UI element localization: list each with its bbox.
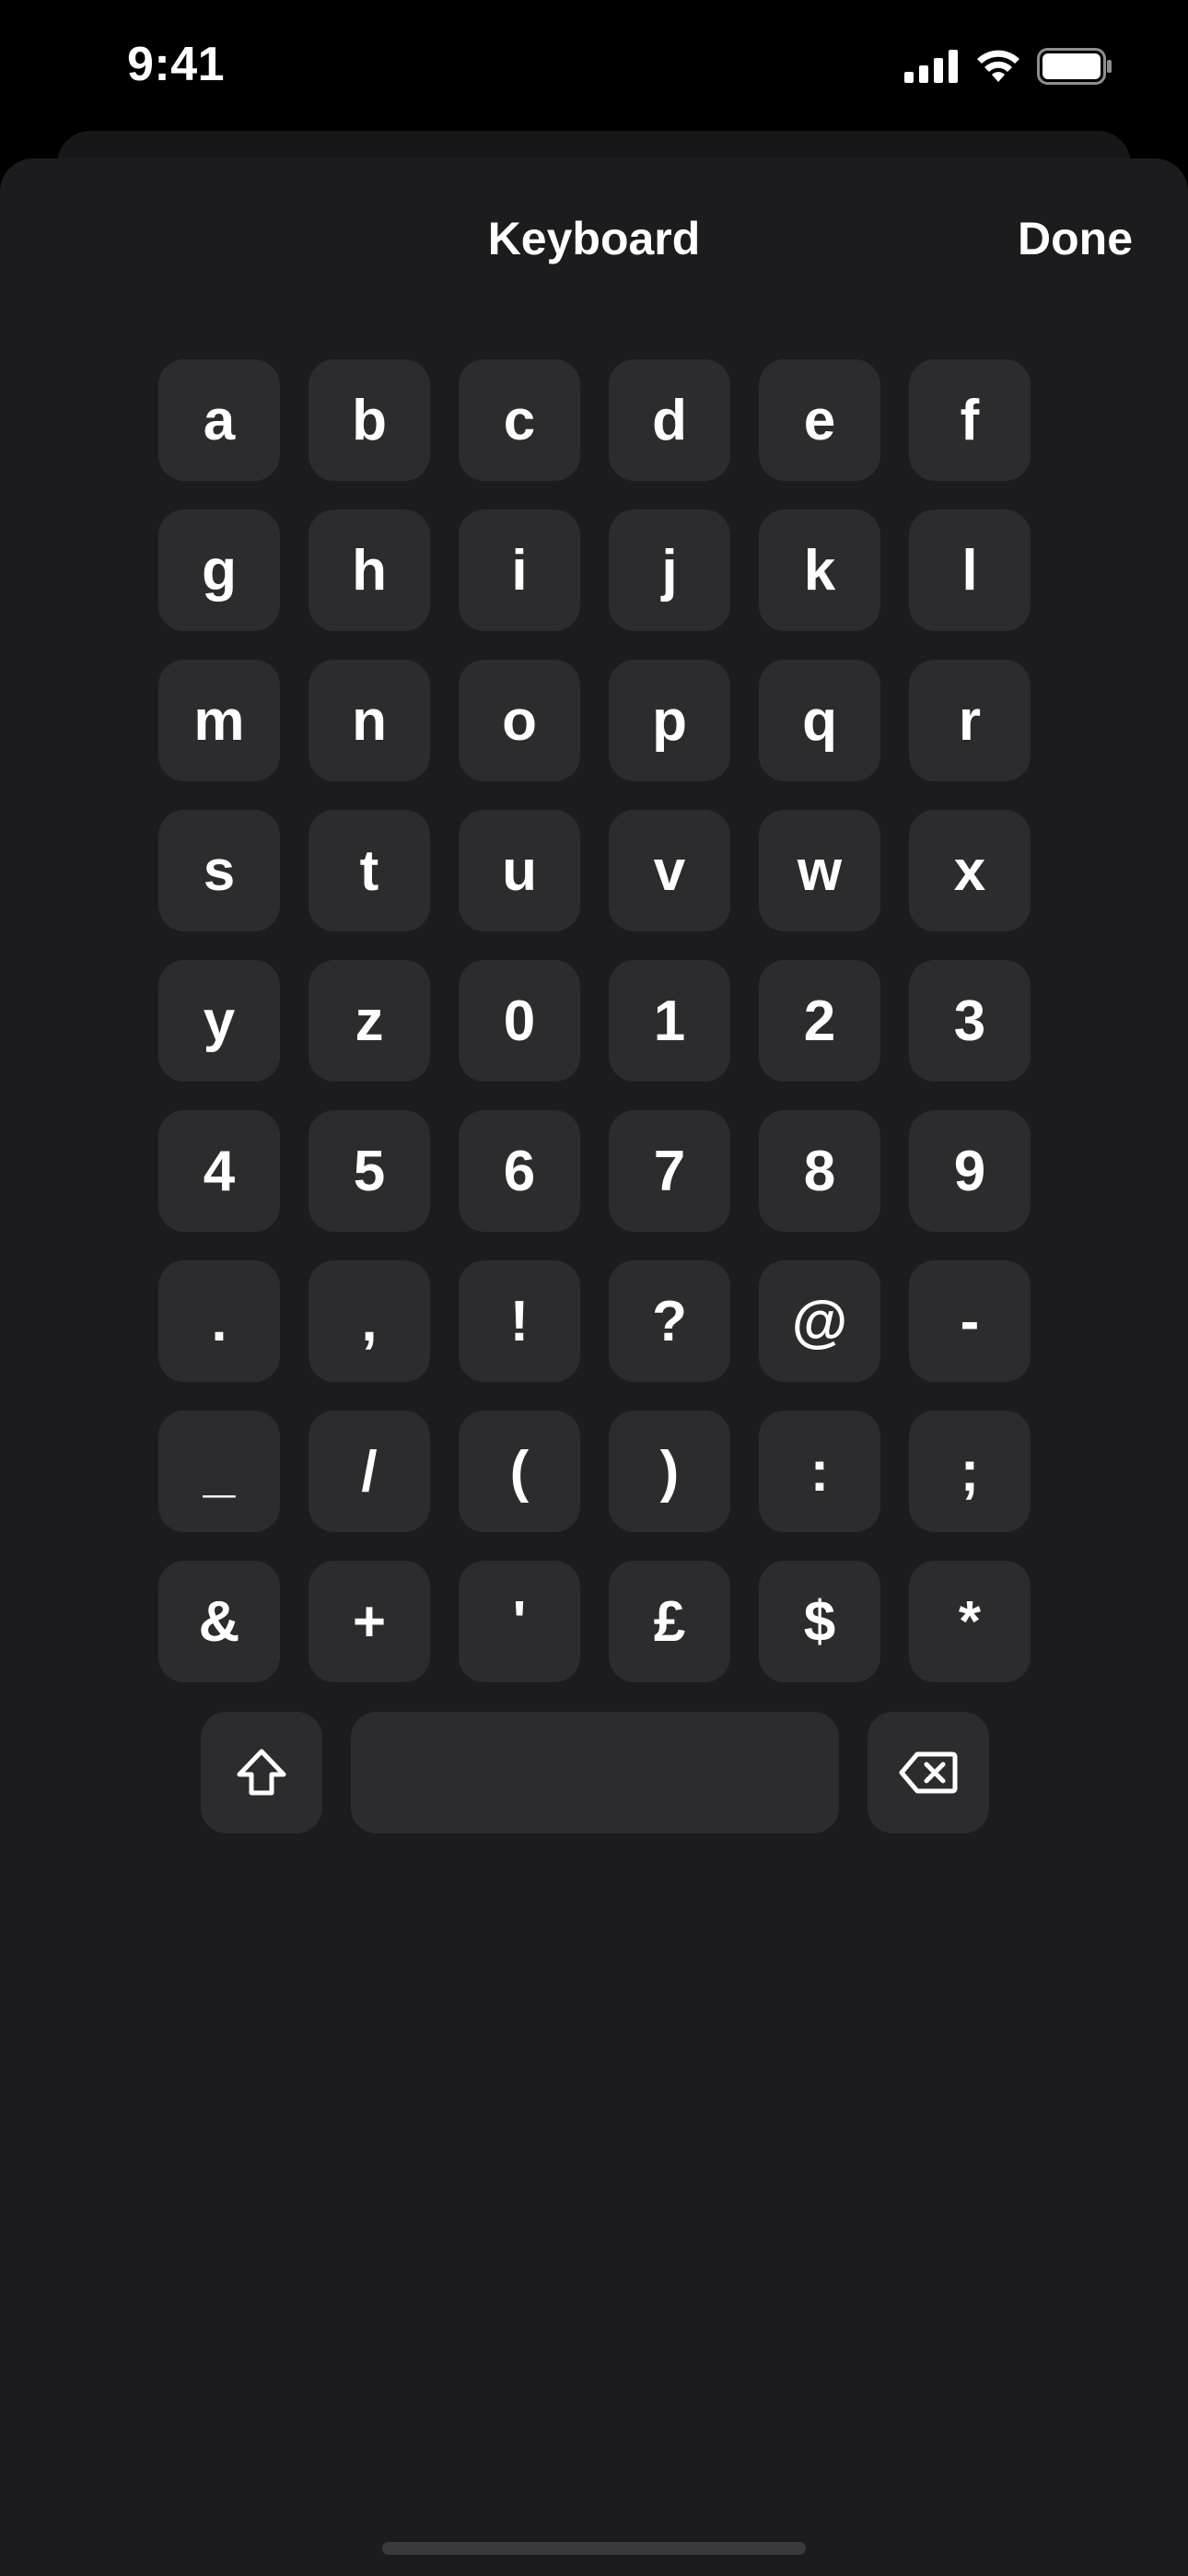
wifi-icon <box>977 50 1019 82</box>
key-8[interactable]: 8 <box>759 1110 880 1232</box>
key-a[interactable]: a <box>158 359 280 481</box>
key-plus[interactable]: + <box>309 1561 430 1682</box>
key-f[interactable]: f <box>909 359 1031 481</box>
key-t[interactable]: t <box>309 810 430 931</box>
key-n[interactable]: n <box>309 660 430 781</box>
key-i[interactable]: i <box>459 509 580 631</box>
shift-key[interactable] <box>201 1712 322 1833</box>
delete-icon <box>899 1751 958 1794</box>
done-button[interactable]: Done <box>1018 212 1133 265</box>
key-6[interactable]: 6 <box>459 1110 580 1232</box>
key-u[interactable]: u <box>459 810 580 931</box>
key-9[interactable]: 9 <box>909 1110 1031 1232</box>
status-icons <box>904 48 1112 85</box>
key-comma[interactable]: , <box>309 1260 430 1382</box>
key-h[interactable]: h <box>309 509 430 631</box>
key-apostrophe[interactable]: ' <box>459 1561 580 1682</box>
key-4[interactable]: 4 <box>158 1110 280 1232</box>
battery-icon <box>1037 48 1112 85</box>
key-j[interactable]: j <box>609 509 730 631</box>
space-key[interactable] <box>351 1712 839 1833</box>
sheet-title: Keyboard <box>487 213 701 264</box>
key-pound[interactable]: £ <box>609 1561 730 1682</box>
key-e[interactable]: e <box>759 359 880 481</box>
shift-icon <box>237 1749 286 1796</box>
key-z[interactable]: z <box>309 960 430 1082</box>
key-slash[interactable]: / <box>309 1411 430 1532</box>
key-s[interactable]: s <box>158 810 280 931</box>
key-w[interactable]: w <box>759 810 880 931</box>
key-r[interactable]: r <box>909 660 1031 781</box>
key-semicolon[interactable]: ; <box>909 1411 1031 1532</box>
key-grid: a b c d e f g h i j k l m n o p q r s t … <box>158 359 1031 1682</box>
key-q[interactable]: q <box>759 660 880 781</box>
key-colon[interactable]: : <box>759 1411 880 1532</box>
key-g[interactable]: g <box>158 509 280 631</box>
key-7[interactable]: 7 <box>609 1110 730 1232</box>
delete-key[interactable] <box>868 1712 989 1833</box>
key-exclamation[interactable]: ! <box>459 1260 580 1382</box>
status-time: 9:41 <box>127 38 226 91</box>
key-3[interactable]: 3 <box>909 960 1031 1082</box>
key-v[interactable]: v <box>609 810 730 931</box>
status-bar: 9:41 <box>0 0 1188 138</box>
home-indicator <box>382 2542 806 2555</box>
key-ampersand[interactable]: & <box>158 1561 280 1682</box>
key-open-paren[interactable]: ( <box>459 1411 580 1532</box>
key-x[interactable]: x <box>909 810 1031 931</box>
key-underscore[interactable]: _ <box>158 1411 280 1532</box>
key-5[interactable]: 5 <box>309 1110 430 1232</box>
key-y[interactable]: y <box>158 960 280 1082</box>
key-2[interactable]: 2 <box>759 960 880 1082</box>
key-0[interactable]: 0 <box>459 960 580 1082</box>
cellular-signal-icon <box>904 50 958 83</box>
key-c[interactable]: c <box>459 359 580 481</box>
key-d[interactable]: d <box>609 359 730 481</box>
key-1[interactable]: 1 <box>609 960 730 1082</box>
key-at[interactable]: @ <box>759 1260 880 1382</box>
keyboard-bottom-row <box>201 1712 989 1833</box>
key-k[interactable]: k <box>759 509 880 631</box>
key-l[interactable]: l <box>909 509 1031 631</box>
key-m[interactable]: m <box>158 660 280 781</box>
keyboard-sheet: Keyboard Done a b c d e f g h i j k l m … <box>0 158 1188 2576</box>
key-close-paren[interactable]: ) <box>609 1411 730 1532</box>
key-p[interactable]: p <box>609 660 730 781</box>
key-period[interactable]: . <box>158 1260 280 1382</box>
key-hyphen[interactable]: - <box>909 1260 1031 1382</box>
key-question[interactable]: ? <box>609 1260 730 1382</box>
key-o[interactable]: o <box>459 660 580 781</box>
key-b[interactable]: b <box>309 359 430 481</box>
key-asterisk[interactable]: * <box>909 1561 1031 1682</box>
key-dollar[interactable]: $ <box>759 1561 880 1682</box>
